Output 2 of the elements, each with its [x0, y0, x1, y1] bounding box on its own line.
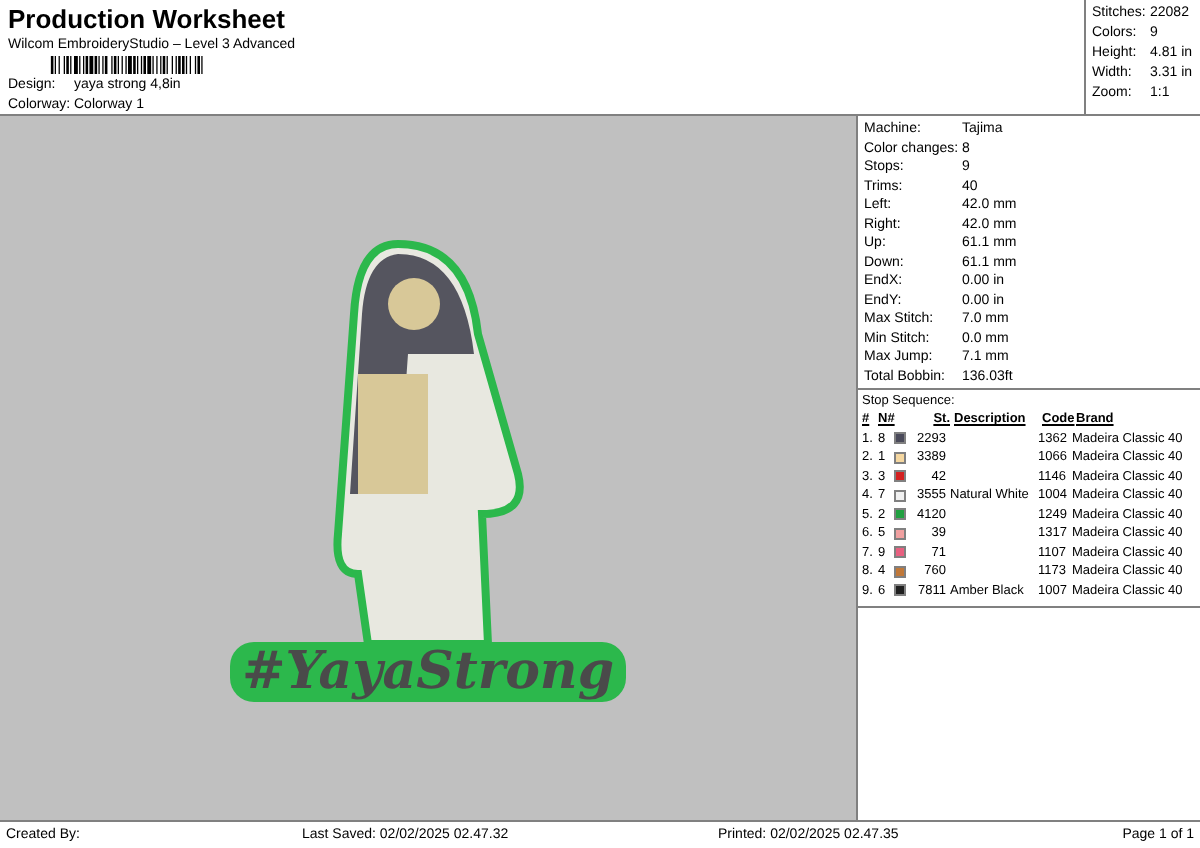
patch-lettering: #YayaStrong	[229, 642, 627, 702]
worksheet-title: Production Worksheet	[8, 4, 287, 34]
